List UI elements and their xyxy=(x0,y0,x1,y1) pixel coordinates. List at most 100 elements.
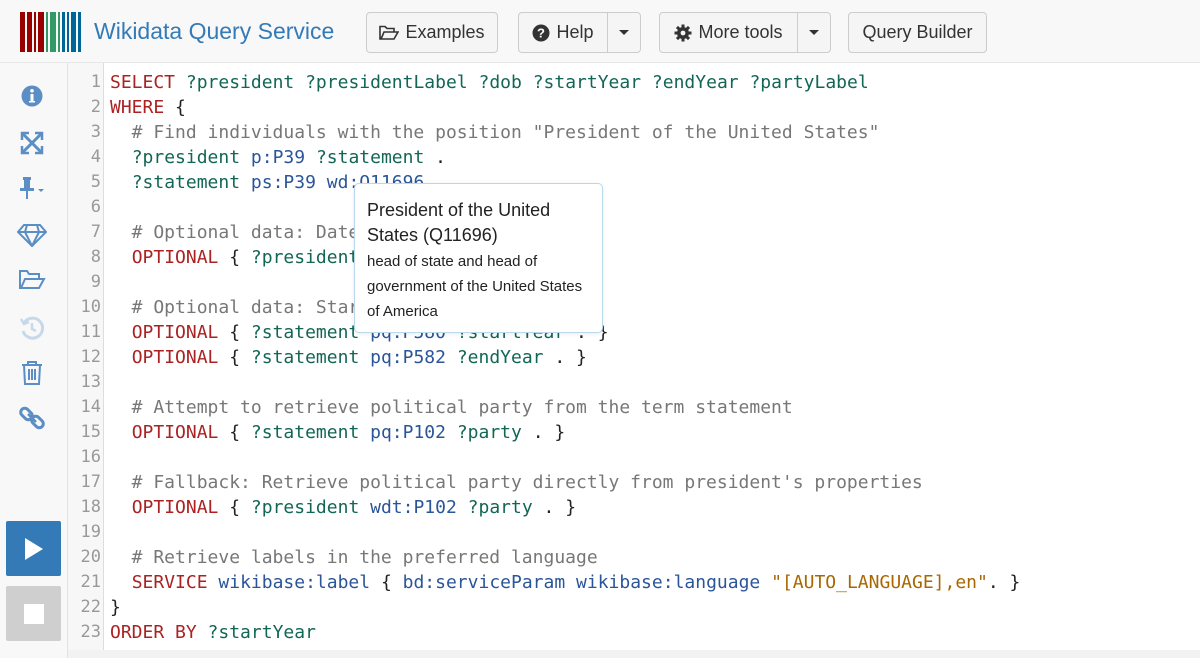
code-token: ?partyLabel xyxy=(749,72,869,93)
link-icon[interactable] xyxy=(17,403,47,433)
code-token: ?presidentLabel xyxy=(305,72,468,93)
history-icon[interactable] xyxy=(17,313,47,343)
line-number: 18 xyxy=(80,497,101,517)
code-line[interactable]: 13 xyxy=(68,370,1200,395)
code-line[interactable]: 3 # Find individuals with the position "… xyxy=(68,120,1200,145)
examples-button[interactable]: Examples xyxy=(366,12,498,53)
code-line[interactable]: 14 # Attempt to retrieve political party… xyxy=(68,395,1200,420)
more-tools-label: More tools xyxy=(698,22,783,42)
code-token: OPTIONAL xyxy=(131,347,219,368)
code-token: "[AUTO_LANGUAGE],en" xyxy=(771,572,988,593)
code-line[interactable]: 22} xyxy=(68,595,1200,620)
query-editor[interactable]: 1 SELECT ?president ?presidentLabel ?dob … xyxy=(68,63,1200,658)
navbar: Wikidata Query Service Examples ? Help M… xyxy=(0,0,1200,63)
play-icon xyxy=(24,537,43,560)
line-number: 4 xyxy=(90,147,101,167)
diamond-icon[interactable] xyxy=(17,220,47,250)
code-token: OPTIONAL xyxy=(131,422,219,443)
code-line[interactable]: 8 OPTIONAL { ?president wdt:P569 ?dob . … xyxy=(68,245,1200,270)
code-token: ?endYear xyxy=(456,347,544,368)
line-number: 6 xyxy=(90,197,101,217)
more-tools-dropdown-toggle[interactable] xyxy=(798,12,831,53)
code-line[interactable]: 1 SELECT ?president ?presidentLabel ?dob … xyxy=(68,70,1200,95)
code-token: ?statement xyxy=(131,172,241,193)
code-token: bd:serviceParam xyxy=(402,572,566,593)
code-token: SELECT xyxy=(110,72,176,93)
code-line[interactable]: 11 OPTIONAL { ?statement pq:P580 ?startY… xyxy=(68,320,1200,345)
line-text: ORDER BY ?startYear xyxy=(110,620,316,645)
code-line[interactable]: 21 SERVICE wikibase:label { bd:servicePa… xyxy=(68,570,1200,595)
line-number: 22 xyxy=(80,597,101,617)
code-token: # Retrieve labels in the preferred langu… xyxy=(110,547,598,568)
examples-label: Examples xyxy=(405,22,485,42)
wikidata-logo-icon[interactable] xyxy=(20,12,82,52)
line-text: # Attempt to retrieve political party fr… xyxy=(110,395,793,420)
code-token: ?startYear xyxy=(207,622,316,643)
line-number: 11 xyxy=(80,322,101,342)
code-token: ?party xyxy=(456,422,522,443)
code-token: pq:P582 xyxy=(370,347,446,368)
line-number: 5 xyxy=(90,172,101,192)
line-text: } xyxy=(110,595,121,620)
info-icon[interactable] xyxy=(17,81,47,111)
fullscreen-icon[interactable] xyxy=(17,128,47,158)
code-line[interactable]: 2 WHERE { xyxy=(68,95,1200,120)
code-line[interactable]: 10 # Optional data: Start and end of ter… xyxy=(68,295,1200,320)
help-button[interactable]: ? Help xyxy=(518,12,608,53)
code-token: { xyxy=(218,347,251,368)
line-number: 12 xyxy=(80,347,101,367)
code-token: ORDER BY xyxy=(110,622,197,643)
code-line[interactable]: 15 OPTIONAL { ?statement pq:P102 ?party … xyxy=(68,420,1200,445)
line-text: SERVICE wikibase:label { bd:serviceParam… xyxy=(110,570,1021,595)
editor-bottom-border xyxy=(68,650,1200,658)
line-number: 10 xyxy=(80,297,101,317)
code-token: . xyxy=(424,147,446,168)
code-line[interactable]: 7 # Optional data: Date of birth xyxy=(68,220,1200,245)
code-token: wikibase:language xyxy=(576,572,761,593)
line-number: 7 xyxy=(90,222,101,242)
code-area[interactable]: 1 SELECT ?president ?presidentLabel ?dob … xyxy=(68,70,1200,645)
code-token: . } xyxy=(532,497,577,518)
brand-title[interactable]: Wikidata Query Service xyxy=(94,18,334,45)
run-query-button[interactable] xyxy=(6,521,61,576)
code-line[interactable]: 19 xyxy=(68,520,1200,545)
code-line[interactable]: 9 xyxy=(68,270,1200,295)
folder-open-icon[interactable] xyxy=(17,265,47,295)
stop-query-button[interactable] xyxy=(6,586,61,641)
code-token: ?party xyxy=(467,497,533,518)
code-line[interactable]: 23 ORDER BY ?startYear xyxy=(68,620,1200,645)
line-number: 1 xyxy=(90,72,101,92)
code-line[interactable]: 20 # Retrieve labels in the preferred la… xyxy=(68,545,1200,570)
line-number: 20 xyxy=(80,547,101,567)
code-token: . } xyxy=(543,347,587,368)
line-number: 16 xyxy=(80,447,101,467)
code-line[interactable]: 6 xyxy=(68,195,1200,220)
code-token: ps:P39 xyxy=(250,172,316,193)
code-line[interactable]: 5 ?statement ps:P39 wd:Q11696 . xyxy=(68,170,1200,195)
help-dropdown-toggle[interactable] xyxy=(608,12,641,53)
code-token: wikibase:label xyxy=(218,572,371,593)
line-text: OPTIONAL { ?statement pq:P102 ?party . } xyxy=(110,420,566,445)
code-line[interactable]: 4 ?president p:P39 ?statement . xyxy=(68,145,1200,170)
pin-icon[interactable] xyxy=(17,173,47,203)
question-circle-icon: ? xyxy=(532,24,550,41)
code-line[interactable]: 18 OPTIONAL { ?president wdt:P102 ?party… xyxy=(68,495,1200,520)
query-builder-button[interactable]: Query Builder xyxy=(848,12,987,53)
help-button-group: ? Help xyxy=(518,12,641,53)
code-line[interactable]: 12 OPTIONAL { ?statement pq:P582 ?endYea… xyxy=(68,345,1200,370)
code-line[interactable]: 16 xyxy=(68,445,1200,470)
caret-down-icon xyxy=(619,30,629,35)
trash-icon[interactable] xyxy=(17,358,47,388)
more-tools-button[interactable]: More tools xyxy=(659,12,798,53)
code-line[interactable]: 17 # Fallback: Retrieve political party … xyxy=(68,470,1200,495)
